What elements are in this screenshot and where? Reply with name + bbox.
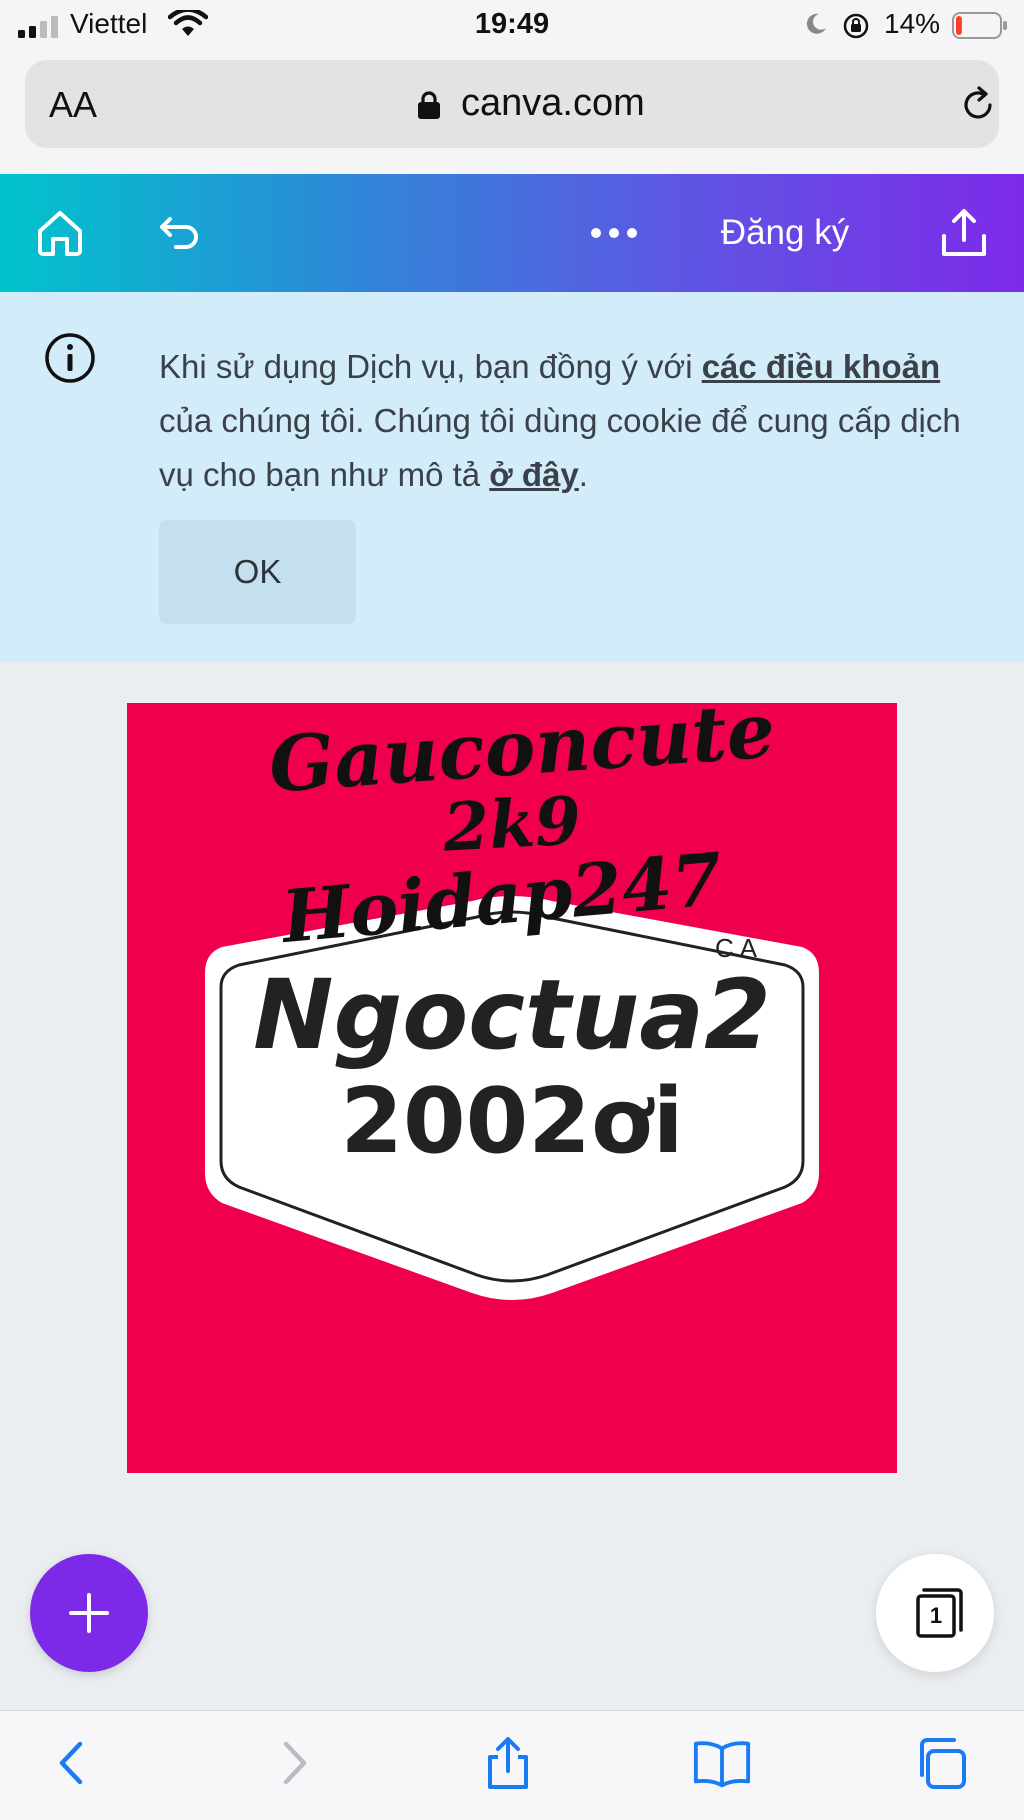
share-icon [488,1737,528,1789]
pages-button[interactable]: 1 [876,1554,994,1672]
battery-percentage: 14% [884,8,941,39]
editor-toolbar: Đăng ký [0,174,1024,292]
cookie-ok-button[interactable]: OK [159,520,356,624]
undo-button[interactable] [150,203,210,263]
browser-share-button[interactable] [478,1733,538,1793]
page-count: 1 [929,1603,943,1628]
share-icon [942,209,986,256]
status-bar: Viettel 19:49 14% [0,0,1024,52]
plus-icon [69,1593,109,1633]
forward-button[interactable] [264,1733,324,1793]
bookmarks-button[interactable] [692,1733,752,1793]
badge-text-line2[interactable]: 2002ơi [127,1069,897,1174]
add-element-button[interactable] [30,1554,148,1672]
tabs-icon [920,1738,966,1789]
info-icon [45,333,95,383]
terms-link[interactable]: các điều khoản [702,348,940,385]
rotation-lock-icon [843,13,869,39]
cookie-text-part: Khi sử dụng Dịch vụ, bạn đồng ý với [159,348,702,385]
share-button[interactable] [934,203,994,263]
signup-button[interactable]: Đăng ký [690,174,880,292]
url-domain: canva.com [461,82,645,124]
browser-bottom-bar [0,1710,1024,1820]
browser-address-area: AA canva.com [0,52,1024,174]
cookie-banner: Khi sử dụng Dịch vụ, bạn đồng ý với các … [0,292,1024,662]
chevron-left-icon [59,1741,83,1785]
home-button[interactable] [30,203,90,263]
reload-icon[interactable] [957,84,999,126]
chevron-right-icon [283,1741,307,1785]
do-not-disturb-icon [806,13,826,34]
book-icon [693,1741,751,1788]
lock-icon [418,91,440,119]
design-canvas[interactable]: Gauconcute 2k9 Hoidap247 C A Ngoctua2 20… [127,703,897,1473]
back-button[interactable] [42,1733,102,1793]
cookie-policy-link[interactable]: ở đây [489,456,579,493]
badge-text-line1[interactable]: Ngoctua2 [127,959,897,1071]
cookie-notice-text: Khi sử dụng Dịch vụ, bạn đồng ý với các … [159,340,979,502]
cookie-text-part: . [578,456,588,493]
more-dots-icon [591,228,637,238]
more-options-button[interactable] [584,203,644,263]
undo-icon [160,217,198,249]
clock: 19:49 [474,8,550,40]
tabs-button[interactable] [912,1733,972,1793]
address-bar[interactable]: AA canva.com [25,60,999,148]
home-icon [38,211,82,256]
text-size-button[interactable]: AA [49,84,97,126]
battery-icon [952,12,1007,39]
